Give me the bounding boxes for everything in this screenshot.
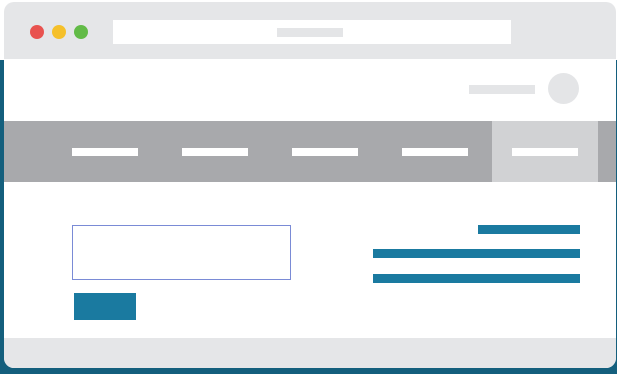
address-bar[interactable] — [113, 20, 511, 44]
url-placeholder — [277, 28, 343, 37]
text-line-2 — [373, 249, 580, 258]
browser-window — [4, 2, 616, 368]
title-bar — [4, 2, 616, 59]
nav-item-label — [402, 148, 468, 156]
text-line-3 — [373, 274, 580, 283]
text-line-1 — [478, 225, 580, 234]
footer-bar — [4, 338, 616, 368]
text-input-field[interactable] — [72, 225, 291, 280]
nav-item-3[interactable] — [224, 121, 358, 182]
nav-item-5-active[interactable] — [492, 121, 598, 182]
minimize-dot-icon[interactable] — [52, 25, 66, 39]
main-content — [4, 182, 616, 338]
nav-item-2[interactable] — [114, 121, 248, 182]
nav-bar — [4, 121, 616, 182]
nav-item-4[interactable] — [334, 121, 468, 182]
username-placeholder — [469, 85, 535, 94]
site-header — [4, 59, 616, 121]
nav-item-label — [512, 148, 578, 156]
avatar-icon[interactable] — [548, 73, 579, 104]
maximize-dot-icon[interactable] — [74, 25, 88, 39]
nav-item-1[interactable] — [4, 121, 138, 182]
submit-button[interactable] — [74, 293, 136, 320]
close-dot-icon[interactable] — [30, 25, 44, 39]
